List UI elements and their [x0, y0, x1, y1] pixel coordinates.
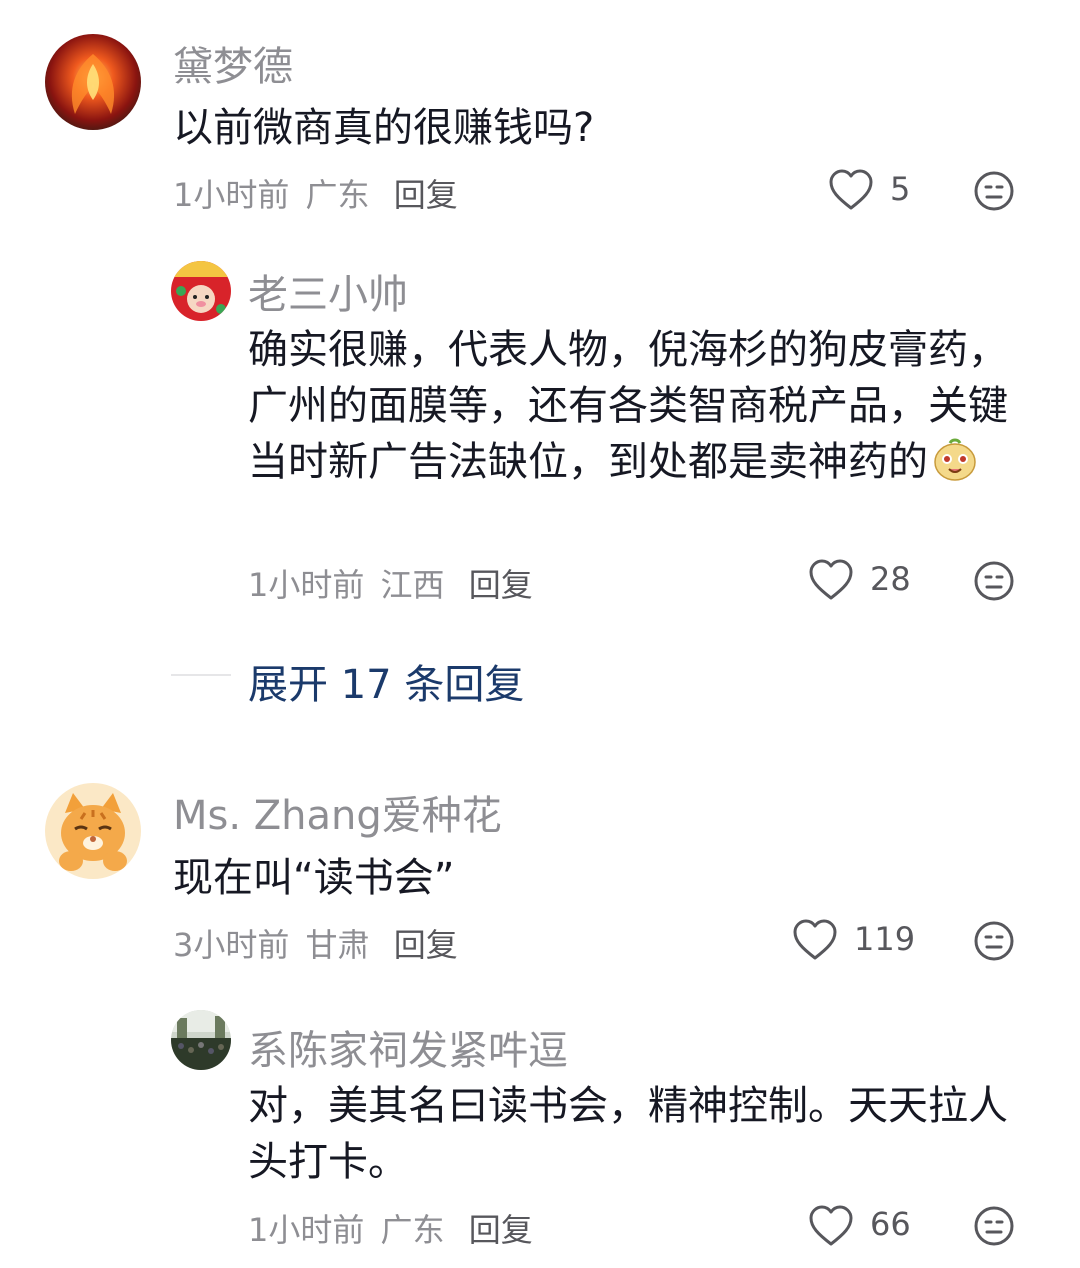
cartoon-cat-avatar-icon [45, 783, 141, 879]
comment-time: 1小时前 [248, 566, 365, 604]
crowd-photo-avatar-icon [171, 1010, 231, 1070]
commenter-name[interactable]: 系陈家祠发紧吽逗 [248, 1018, 568, 1076]
reply-button[interactable]: 回复 [394, 176, 458, 214]
comment-meta: 3小时前 甘肃 回复 [173, 920, 458, 966]
reply-button[interactable]: 回复 [469, 566, 533, 604]
heart-outline-icon[interactable] [808, 1204, 854, 1248]
avatar[interactable] [171, 1010, 231, 1070]
comment-meta: 1小时前 广东 回复 [173, 170, 458, 216]
like-count: 66 [870, 1205, 911, 1243]
comment-text-content: 确实很赚，代表人物，倪海杉的狗皮膏药，广州的面膜等，还有各类智商税产品，关键当时… [248, 327, 1008, 485]
comment-time: 1小时前 [248, 1211, 365, 1249]
commenter-name[interactable]: Ms. Zhang爱种花 [173, 783, 502, 841]
neutral-face-icon[interactable] [973, 920, 1015, 962]
phoenix-avatar-icon [45, 34, 141, 130]
comment-location: 广东 [305, 176, 370, 214]
comment-text: 以前微商真的很赚钱吗? [173, 105, 595, 151]
avatar[interactable] [171, 261, 231, 321]
reply-button[interactable]: 回复 [469, 1211, 533, 1249]
comment-meta: 1小时前 广东 回复 [248, 1205, 533, 1251]
festive-pig-avatar-icon [171, 261, 231, 321]
like-count: 5 [890, 170, 911, 208]
laughing-face-emoji [934, 438, 976, 481]
comment-text: 现在叫“读书会” [173, 855, 455, 901]
comment-text: 确实很赚，代表人物，倪海杉的狗皮膏药，广州的面膜等，还有各类智商税产品，关键当时… [248, 322, 1008, 490]
neutral-face-icon[interactable] [973, 1205, 1015, 1247]
expand-divider [171, 674, 231, 676]
comment-text: 对，美其名曰读书会，精神控制。天天拉人头打卡。 [248, 1083, 1008, 1185]
comment-meta: 1小时前 江西 回复 [248, 560, 533, 606]
commenter-name[interactable]: 老三小帅 [248, 262, 408, 320]
heart-outline-icon[interactable] [828, 168, 874, 212]
avatar[interactable] [45, 783, 141, 879]
comment-time: 3小时前 [173, 926, 290, 964]
comment-time: 1小时前 [173, 176, 290, 214]
neutral-face-icon[interactable] [973, 170, 1015, 212]
expand-replies-button[interactable]: 展开 17 条回复 [248, 652, 524, 710]
heart-outline-icon[interactable] [792, 918, 838, 962]
comment-location: 甘肃 [305, 926, 370, 964]
avatar[interactable] [45, 34, 141, 130]
heart-outline-icon[interactable] [808, 558, 854, 602]
reply-button[interactable]: 回复 [394, 926, 458, 964]
comment-location: 广东 [380, 1211, 445, 1249]
like-count: 28 [870, 560, 911, 598]
commenter-name[interactable]: 黛梦德 [173, 34, 293, 92]
neutral-face-icon[interactable] [973, 560, 1015, 602]
comment-location: 江西 [380, 566, 445, 604]
like-count: 119 [854, 920, 916, 958]
